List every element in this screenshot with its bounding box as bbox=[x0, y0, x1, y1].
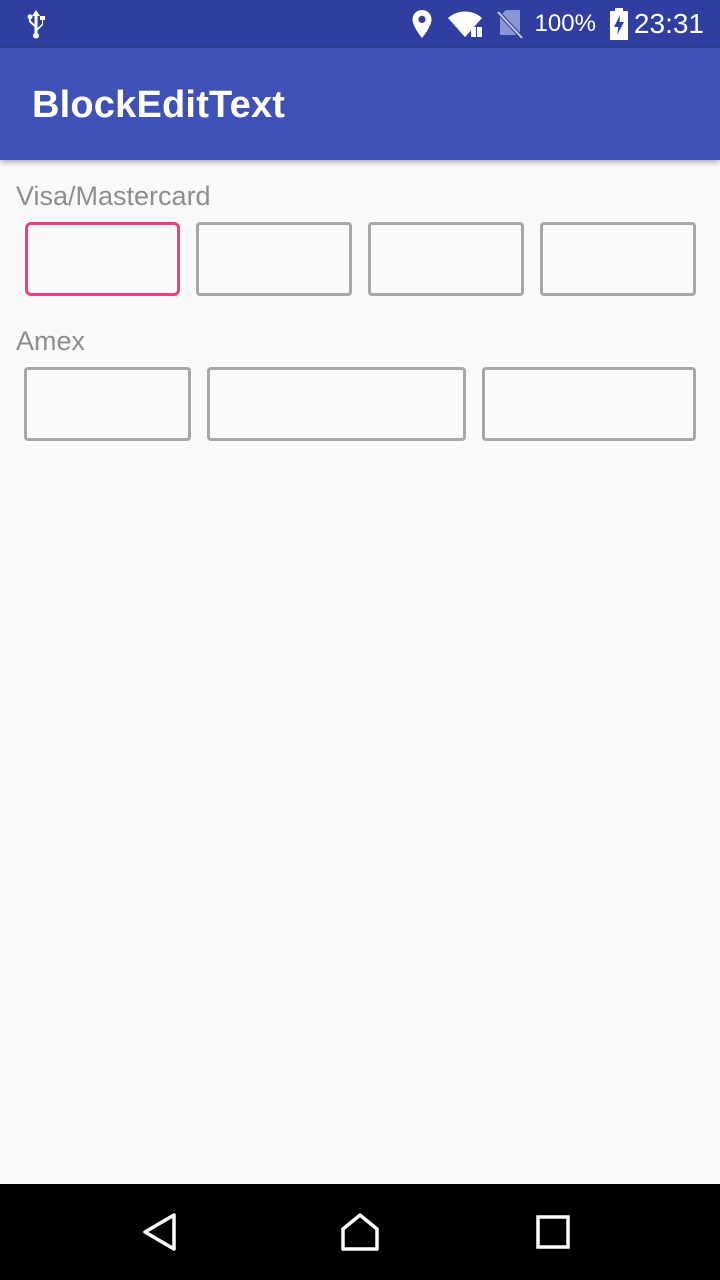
usb-icon bbox=[27, 10, 45, 39]
home-icon[interactable] bbox=[340, 1212, 380, 1252]
visa-block-1-input[interactable] bbox=[25, 222, 180, 296]
location-icon bbox=[412, 10, 432, 38]
amex-block-2-input[interactable] bbox=[207, 367, 466, 441]
clock: 23:31 bbox=[633, 8, 704, 39]
visa-block-2-input[interactable] bbox=[196, 222, 352, 296]
amex-label: Amex bbox=[16, 326, 86, 356]
visa-block-4-input[interactable] bbox=[540, 222, 696, 296]
back-icon[interactable] bbox=[140, 1212, 180, 1252]
status-bar-right: 100% 23:31 bbox=[397, 0, 704, 48]
amex-block-3-input[interactable] bbox=[482, 367, 696, 441]
recents-icon[interactable] bbox=[533, 1212, 573, 1252]
battery-percentage: 100% bbox=[534, 10, 596, 37]
app-bar: BlockEditText bbox=[0, 48, 720, 160]
battery-charging-icon bbox=[609, 8, 628, 40]
visa-block-3-input[interactable] bbox=[368, 222, 524, 296]
amex-block-1-input[interactable] bbox=[24, 367, 191, 441]
app-title: BlockEditText bbox=[32, 84, 286, 126]
visa-mastercard-label: Visa/Mastercard bbox=[16, 181, 211, 211]
no-sim-icon bbox=[496, 10, 523, 39]
wifi-icon bbox=[447, 11, 482, 37]
status-bar: 100% 23:31 bbox=[0, 0, 720, 48]
navigation-bar bbox=[0, 1184, 720, 1280]
